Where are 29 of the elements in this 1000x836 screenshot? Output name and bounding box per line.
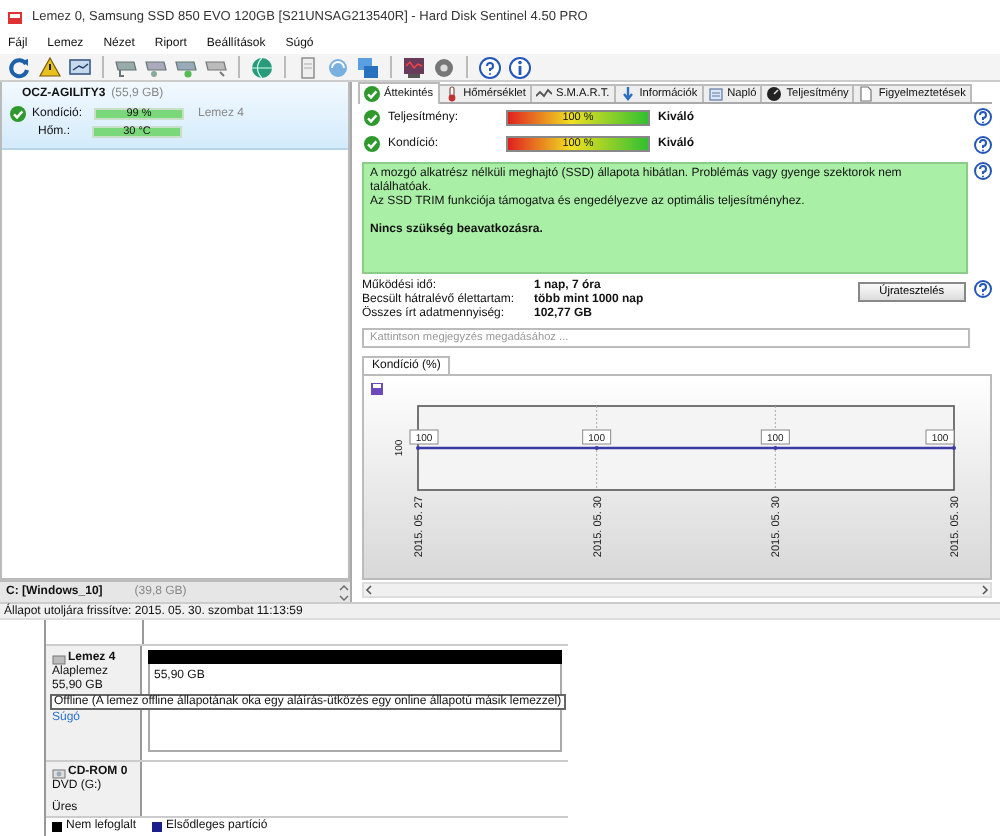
disk-icon[interactable]: [204, 55, 228, 79]
scroll-right-icon[interactable]: [980, 584, 990, 596]
disk-icon[interactable]: [144, 55, 168, 79]
help-icon[interactable]: [974, 162, 992, 181]
warning-icon[interactable]: [38, 55, 62, 79]
help-icon[interactable]: [974, 135, 992, 154]
app-icon: [6, 8, 24, 26]
help-icon[interactable]: [974, 108, 992, 127]
line-chart-icon: [535, 86, 552, 102]
network-icon[interactable]: [356, 55, 380, 79]
check-icon: [364, 109, 380, 126]
diagnostics-icon[interactable]: [402, 55, 426, 79]
help-icon[interactable]: [478, 55, 502, 79]
notepad-icon: [707, 86, 724, 102]
horizontal-scrollbar[interactable]: [362, 582, 992, 598]
check-icon: [364, 136, 380, 153]
check-icon: [10, 105, 26, 121]
disk-icon[interactable]: [174, 55, 198, 79]
monitor-icon[interactable]: [68, 55, 92, 79]
disk-icon[interactable]: [114, 55, 138, 79]
scroll-left-icon[interactable]: [364, 584, 374, 596]
globe-icon[interactable]: [250, 55, 274, 79]
gauge-icon: [766, 86, 783, 102]
cd-drive-icon: [52, 767, 66, 779]
refresh-icon[interactable]: [8, 55, 32, 79]
help-icon[interactable]: [974, 280, 992, 299]
gear-icon[interactable]: [432, 55, 456, 79]
scroll-arrows-icon[interactable]: [338, 583, 350, 601]
floppy-icon[interactable]: [370, 382, 384, 396]
